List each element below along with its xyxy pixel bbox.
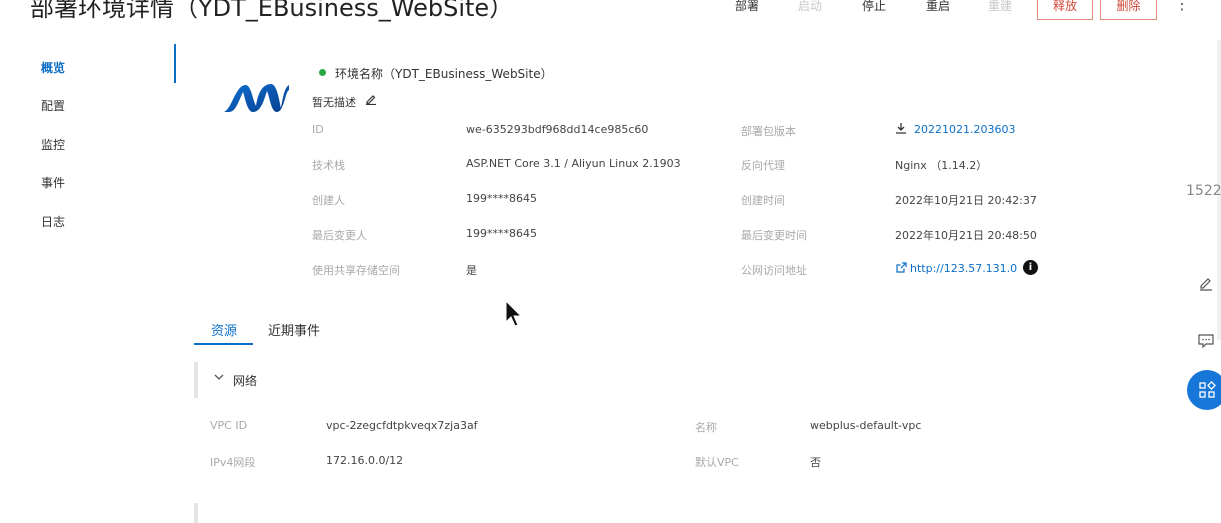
dotnet-logo	[221, 82, 291, 117]
mouse-cursor-icon	[505, 299, 523, 331]
ipv4-label: IPv4网段	[210, 456, 256, 469]
public-url-link[interactable]: http://123.57.131.0	[910, 262, 1017, 275]
external-link-icon[interactable]	[896, 262, 907, 276]
shared-storage-value: 是	[466, 264, 477, 277]
public-url-label: 公网访问地址	[741, 264, 807, 277]
modified-time-label: 最后变更时间	[741, 229, 807, 242]
apps-icon[interactable]	[1187, 370, 1221, 410]
proxy-label: 反向代理	[741, 159, 785, 172]
created-time-label: 创建时间	[741, 194, 785, 207]
shared-storage-label: 使用共享存储空间	[312, 264, 400, 277]
section-accent-bar	[194, 362, 198, 398]
modified-time-value: 2022年10月21日 20:48:50	[895, 229, 1037, 242]
edit-feedback-icon[interactable]	[1198, 275, 1214, 294]
rebuild-button[interactable]: 重建	[988, 0, 1012, 14]
proxy-value: Nginx （1.14.2）	[895, 159, 988, 172]
stack-label: 技术栈	[312, 159, 345, 172]
active-tab-underline	[194, 343, 253, 345]
status-dot-icon	[319, 69, 326, 76]
creator-value: 199****8645	[466, 192, 537, 205]
stack-value: ASP.NET Core 3.1 / Aliyun Linux 2.1903	[466, 157, 681, 170]
download-icon[interactable]	[895, 122, 907, 137]
chat-icon[interactable]	[1198, 333, 1214, 352]
chevron-down-icon[interactable]	[213, 371, 225, 386]
modifier-label: 最后变更人	[312, 229, 367, 242]
start-button[interactable]: 启动	[798, 0, 822, 14]
sidebar-item-logs[interactable]: 日志	[41, 213, 65, 230]
sidebar-item-overview[interactable]: 概览	[41, 59, 65, 76]
info-icon[interactable]: i	[1023, 260, 1038, 275]
tab-recent-events[interactable]: 近期事件	[268, 320, 320, 339]
package-label: 部署包版本	[741, 125, 796, 138]
partial-right-text: 1522	[1186, 183, 1221, 199]
vpc-id-label: VPC ID	[210, 419, 248, 432]
deploy-button[interactable]: 部署	[735, 0, 759, 14]
sidebar-item-monitor[interactable]: 监控	[41, 136, 65, 153]
sidebar-item-config[interactable]: 配置	[41, 97, 65, 114]
page-title: 部署环境详情（YDT_EBusiness_WebSite）	[30, 0, 514, 22]
sidebar-item-events[interactable]: 事件	[41, 174, 65, 191]
modifier-value: 199****8645	[466, 227, 537, 240]
delete-button[interactable]: 删除	[1100, 0, 1157, 20]
creator-label: 创建人	[312, 194, 345, 207]
restart-button[interactable]: 重启	[926, 0, 950, 14]
stop-button[interactable]: 停止	[862, 0, 886, 14]
default-vpc-value: 否	[810, 456, 821, 469]
package-version-link[interactable]: 20221021.203603	[914, 123, 1015, 136]
more-options-icon[interactable]: ⋮	[1174, 0, 1190, 13]
default-vpc-label: 默认VPC	[695, 456, 739, 469]
env-name: 环境名称（YDT_EBusiness_WebSite）	[335, 67, 553, 81]
sidebar-active-indicator	[174, 44, 176, 83]
network-section-title[interactable]: 网络	[233, 372, 257, 389]
id-label: ID	[312, 123, 324, 136]
next-section-accent-bar	[194, 503, 198, 523]
vpc-name-label: 名称	[695, 421, 717, 434]
env-description: 暂无描述	[312, 96, 356, 109]
vpc-name-value: webplus-default-vpc	[810, 419, 922, 432]
created-time-value: 2022年10月21日 20:42:37	[895, 194, 1037, 207]
tab-resources[interactable]: 资源	[211, 320, 237, 339]
ipv4-value: 172.16.0.0/12	[326, 454, 404, 467]
id-value: we-635293bdf968dd14ce985c60	[466, 123, 649, 136]
release-button[interactable]: 释放	[1037, 0, 1093, 20]
vpc-id-value: vpc-2zegcfdtpkveqx7zja3af	[326, 419, 478, 432]
edit-description-icon[interactable]	[365, 93, 377, 108]
